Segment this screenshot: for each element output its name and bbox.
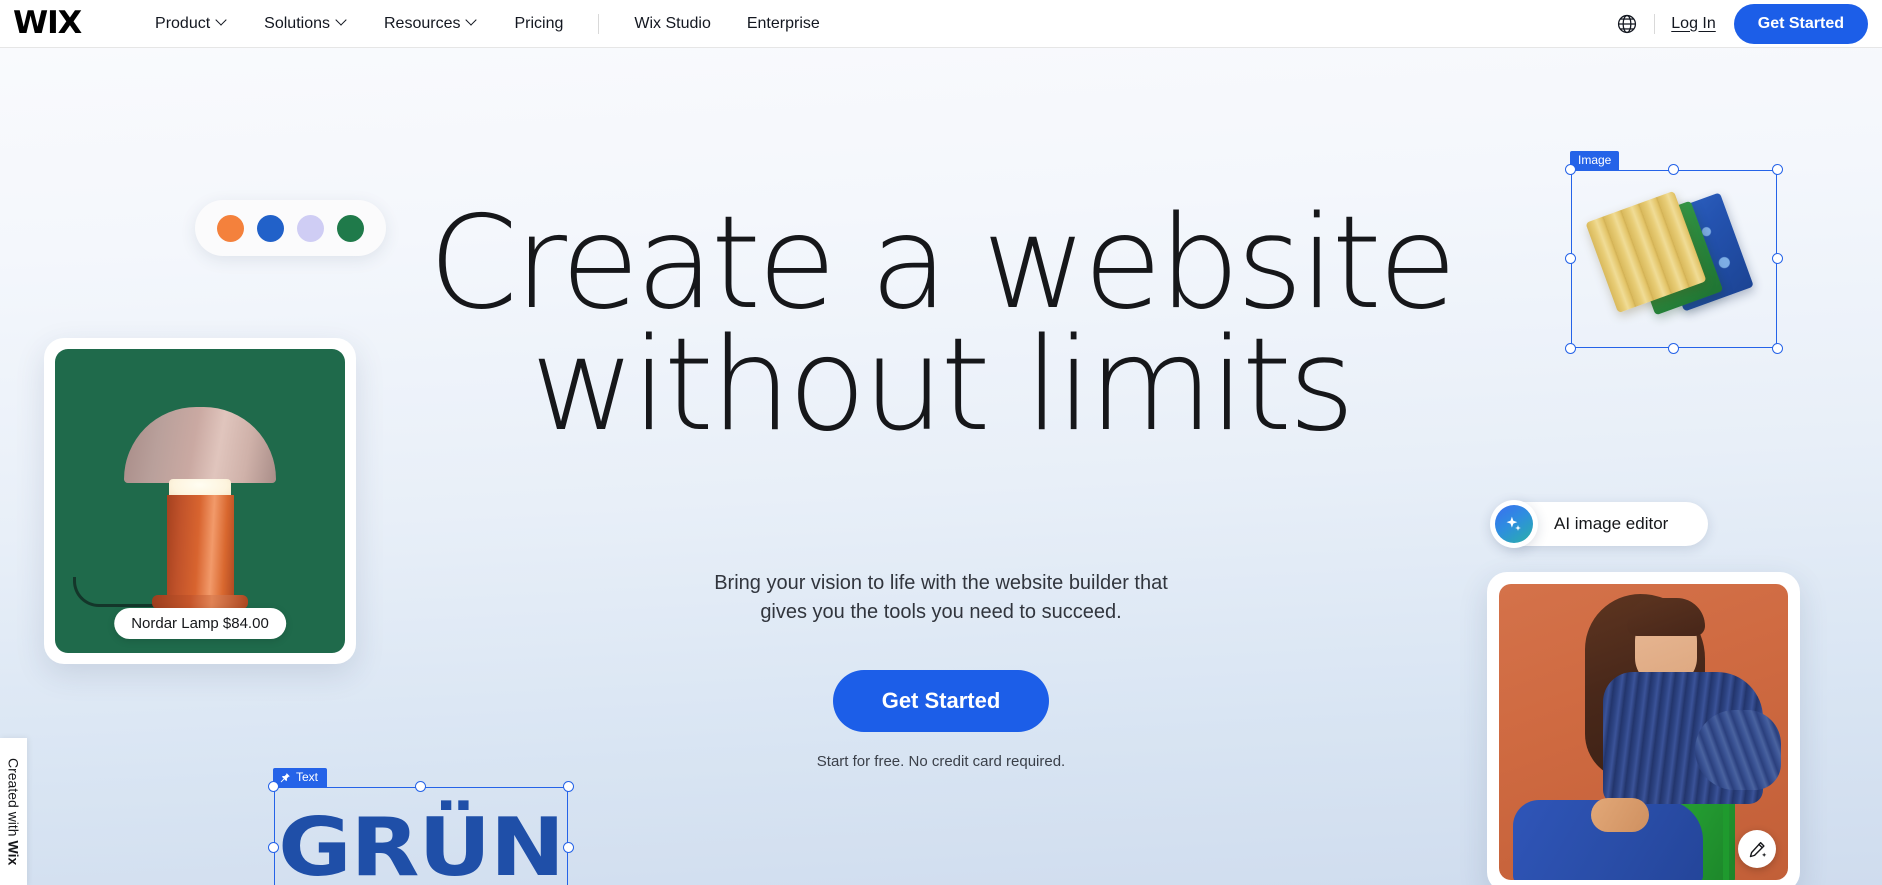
- text-selection-box[interactable]: Text GRÜN: [268, 768, 574, 885]
- resize-handle-top-left[interactable]: [268, 781, 279, 792]
- nav-item-label: Resources: [384, 14, 461, 32]
- chevron-down-icon: [337, 16, 348, 27]
- selection-label-value: Text: [296, 770, 319, 784]
- resize-handle-bottom-center[interactable]: [1668, 343, 1679, 354]
- grun-text: GRÜN: [278, 800, 565, 885]
- created-with-wix-label: Created with Wix: [6, 758, 22, 865]
- wix-homepage-hero: WIX Product Solutions Resources Pricing …: [0, 0, 1882, 885]
- model-photo: [1499, 584, 1788, 880]
- nav-item-label: Product: [155, 14, 211, 32]
- chair-leg: [1723, 798, 1729, 880]
- swatch-blue[interactable]: [257, 214, 284, 242]
- model-hair-front: [1627, 598, 1705, 636]
- resize-handle-middle-right[interactable]: [1772, 253, 1783, 264]
- ai-gradient-orb: [1495, 505, 1533, 543]
- image-selection-box[interactable]: Image: [1565, 151, 1783, 354]
- subtitle-line-2: gives you the tools you need to succeed.: [760, 601, 1122, 623]
- chevron-down-icon: [217, 16, 228, 27]
- header-actions: Log In Get Started: [1616, 3, 1868, 44]
- resize-handle-top-right[interactable]: [563, 781, 574, 792]
- resize-handle-top-center[interactable]: [1668, 164, 1679, 175]
- nav-item-solutions[interactable]: Solutions: [246, 15, 366, 33]
- nav-item-label: Enterprise: [746, 14, 820, 32]
- color-palette-widget[interactable]: [195, 200, 386, 256]
- site-header: WIX Product Solutions Resources Pricing …: [0, 0, 1882, 48]
- model-arm: [1591, 798, 1649, 832]
- sparkle-icon: [1506, 516, 1521, 531]
- globe-icon[interactable]: [1616, 13, 1638, 35]
- nav-item-product[interactable]: Product: [137, 15, 246, 33]
- resize-handle-top-left[interactable]: [1565, 164, 1576, 175]
- lamp-image: Nordar Lamp $84.00: [55, 349, 345, 653]
- nav-item-label: Pricing: [514, 14, 564, 32]
- nav-item-pricing[interactable]: Pricing: [496, 15, 581, 33]
- log-in-link[interactable]: Log In: [1671, 15, 1715, 33]
- nav-item-wix-studio[interactable]: Wix Studio: [616, 15, 728, 33]
- nav-item-label: Solutions: [264, 14, 330, 32]
- model-sleeve: [1695, 710, 1781, 790]
- resize-handle-bottom-right[interactable]: [1772, 343, 1783, 354]
- nav-divider: [598, 13, 600, 34]
- subtitle-line-1: Bring your vision to life with the websi…: [714, 572, 1168, 594]
- get-started-hero-button[interactable]: Get Started: [832, 670, 1050, 732]
- header-divider: [1654, 13, 1656, 34]
- product-price-label: Nordar Lamp $84.00: [114, 608, 286, 639]
- created-with-wix-badge[interactable]: Created with Wix: [0, 738, 27, 885]
- hero-section: Create a website without limits Bring yo…: [0, 48, 1882, 885]
- magic-pencil-icon[interactable]: [1738, 830, 1776, 868]
- resize-handle-top-right[interactable]: [1772, 164, 1783, 175]
- chevron-down-icon: [467, 16, 478, 27]
- ai-image-editor-pill[interactable]: AI image editor: [1490, 500, 1709, 548]
- resize-handle-middle-left[interactable]: [1565, 253, 1576, 264]
- resize-handle-bottom-left[interactable]: [1565, 343, 1576, 354]
- lamp-shade: [124, 407, 276, 483]
- selection-label-image: Image: [1570, 151, 1620, 171]
- ai-orb-wrapper: [1490, 500, 1538, 548]
- swatch-lavender[interactable]: [297, 214, 324, 242]
- created-prefix: Created with: [5, 758, 22, 841]
- nav-item-enterprise[interactable]: Enterprise: [729, 15, 838, 33]
- selection-label-text: Text: [273, 768, 328, 788]
- books-illustration: [1585, 188, 1759, 330]
- lamp-base: [152, 595, 248, 609]
- lamp-body: [167, 495, 234, 599]
- get-started-header-button[interactable]: Get Started: [1733, 3, 1868, 44]
- resize-handle-middle-right[interactable]: [563, 841, 574, 853]
- product-card-lamp[interactable]: Nordar Lamp $84.00: [44, 338, 356, 664]
- nav-item-resources[interactable]: Resources: [366, 15, 496, 33]
- nav-item-label: Wix Studio: [634, 14, 711, 32]
- resize-handle-middle-left[interactable]: [268, 841, 279, 853]
- created-brand: Wix: [5, 840, 22, 866]
- photo-card-model[interactable]: [1487, 572, 1800, 885]
- swatch-green[interactable]: [337, 214, 364, 242]
- resize-handle-top-center[interactable]: [415, 781, 426, 792]
- wix-logo[interactable]: WIX: [13, 8, 82, 39]
- pin-icon: [280, 772, 290, 782]
- swatch-orange[interactable]: [217, 214, 244, 242]
- main-navigation: Product Solutions Resources Pricing Wix …: [137, 13, 838, 34]
